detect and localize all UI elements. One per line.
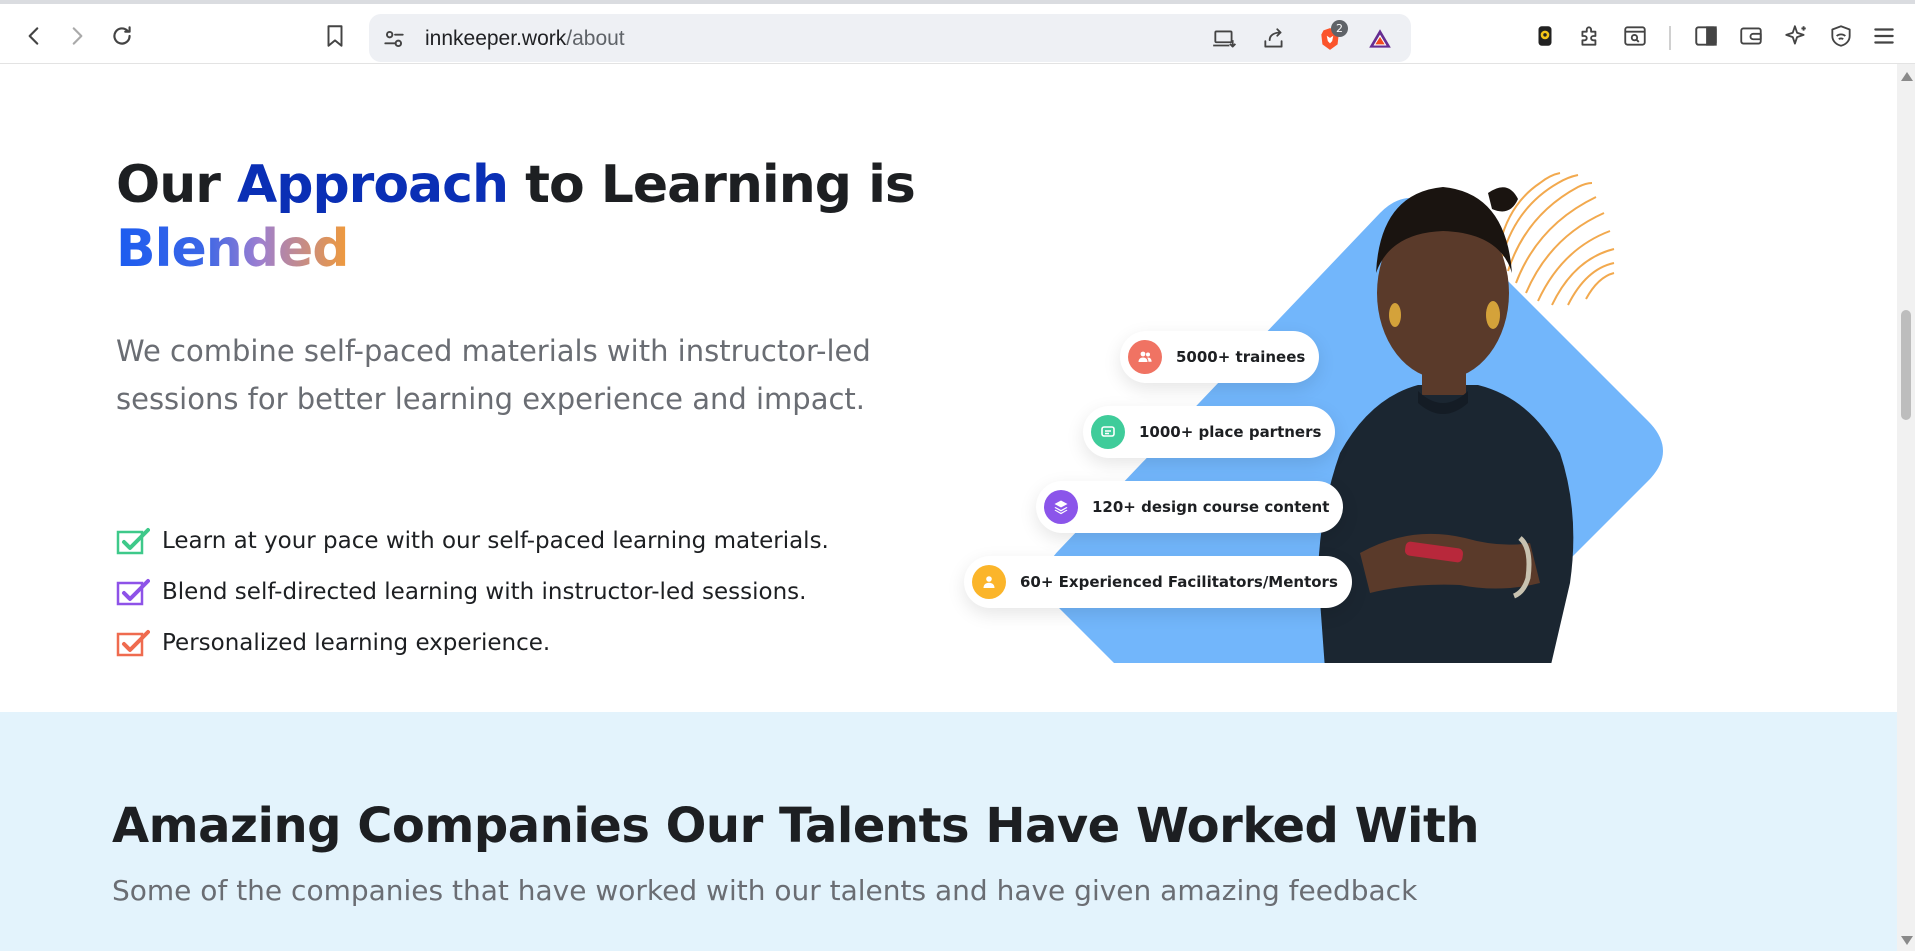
scroll-down-arrow-icon[interactable] bbox=[1901, 936, 1913, 945]
share-icon bbox=[1264, 28, 1283, 48]
url-path: /about bbox=[566, 27, 625, 50]
puzzle-icon bbox=[1581, 26, 1597, 46]
extensions-menu-button[interactable] bbox=[1570, 16, 1610, 56]
layers-icon bbox=[1044, 490, 1078, 524]
heading-part-2: to Learning is bbox=[507, 155, 916, 215]
stat-text: 60+ Experienced Facilitators/Mentors bbox=[1020, 573, 1338, 591]
install-app-button[interactable] bbox=[1207, 22, 1241, 56]
companies-heading: Amazing Companies Our Talents Have Worke… bbox=[112, 798, 1480, 854]
feature-item: Learn at your pace with our self-paced l… bbox=[116, 515, 829, 566]
url-text[interactable]: innkeeper.work/about bbox=[425, 27, 625, 51]
browser-toolbar: innkeeper.work/about 2 bbox=[0, 4, 1915, 64]
site-settings-button[interactable] bbox=[377, 22, 411, 56]
scroll-thumb[interactable] bbox=[1901, 310, 1911, 420]
feature-item: Personalized learning experience. bbox=[116, 617, 829, 668]
scroll-up-arrow-icon[interactable] bbox=[1901, 72, 1913, 81]
feature-item: Blend self-directed learning with instru… bbox=[116, 566, 829, 617]
checkbox-check-icon bbox=[116, 578, 150, 605]
feature-text: Learn at your pace with our self-paced l… bbox=[162, 527, 829, 554]
companies-subtitle: Some of the companies that have worked w… bbox=[112, 874, 1418, 907]
address-bar[interactable]: innkeeper.work/about 2 bbox=[369, 14, 1411, 62]
feature-list: Learn at your pace with our self-paced l… bbox=[116, 515, 829, 668]
extension-button[interactable] bbox=[1525, 16, 1565, 56]
sidebar-button[interactable] bbox=[1686, 16, 1726, 56]
chevron-right-icon bbox=[72, 27, 83, 45]
brave-shields-button[interactable]: 2 bbox=[1313, 20, 1348, 56]
bookmark-button[interactable] bbox=[315, 16, 355, 56]
rewards-triangle-icon bbox=[1369, 29, 1391, 48]
approach-heading: Our Approach to Learning is Blended bbox=[116, 153, 916, 281]
extension-yellow-icon bbox=[1538, 26, 1552, 46]
brave-rewards-button[interactable] bbox=[1363, 22, 1397, 56]
bookmark-icon bbox=[327, 25, 343, 47]
sparkle-icon bbox=[1785, 25, 1806, 45]
stat-pill-mentors: 60+ Experienced Facilitators/Mentors bbox=[964, 556, 1352, 608]
share-button[interactable] bbox=[1257, 22, 1291, 56]
approach-section: Our Approach to Learning is Blended We co… bbox=[0, 65, 1897, 712]
reload-button[interactable] bbox=[102, 16, 142, 56]
wallet-icon bbox=[1740, 27, 1762, 45]
feature-text: Blend self-directed learning with instru… bbox=[162, 578, 807, 605]
toolbar-separator bbox=[1669, 26, 1671, 50]
laptop-download-icon bbox=[1213, 30, 1237, 48]
page-scrollbar[interactable] bbox=[1897, 64, 1915, 951]
reload-icon bbox=[113, 26, 131, 45]
stat-pill-trainees: 5000+ trainees bbox=[1120, 331, 1320, 383]
tune-icon bbox=[384, 30, 404, 48]
user-icon bbox=[972, 565, 1006, 599]
hamburger-menu-icon bbox=[1874, 28, 1894, 44]
wallet-button[interactable] bbox=[1731, 16, 1771, 56]
window-search-icon bbox=[1624, 26, 1646, 46]
feature-text: Personalized learning experience. bbox=[162, 629, 551, 656]
main-menu-button[interactable] bbox=[1866, 16, 1902, 56]
companies-section: Amazing Companies Our Talents Have Worke… bbox=[0, 712, 1897, 951]
stat-text: 120+ design course content bbox=[1092, 498, 1330, 516]
sidebar-icon bbox=[1695, 26, 1717, 46]
checkbox-check-icon bbox=[116, 629, 150, 656]
checkbox-check-icon bbox=[116, 527, 150, 554]
chat-icon bbox=[1091, 415, 1125, 449]
forward-button[interactable] bbox=[57, 16, 97, 56]
chevron-left-icon bbox=[28, 27, 39, 45]
url-host: innkeeper.work bbox=[425, 27, 567, 50]
stat-text: 5000+ trainees bbox=[1176, 348, 1306, 366]
shield-icon bbox=[1831, 25, 1851, 47]
back-button[interactable] bbox=[14, 16, 54, 56]
stat-pill-partners: 1000+ place partners bbox=[1083, 406, 1336, 458]
users-icon bbox=[1128, 340, 1162, 374]
hero-illustration: 5000+ trainees 1000+ place partners 120+… bbox=[940, 153, 1680, 663]
heading-gradient-word: Blended bbox=[116, 219, 349, 279]
heading-highlight: Approach bbox=[236, 155, 509, 215]
page-search-button[interactable] bbox=[1615, 16, 1655, 56]
heading-part-1: Our bbox=[116, 155, 237, 215]
vpn-button[interactable] bbox=[1821, 16, 1861, 56]
stat-text: 1000+ place partners bbox=[1139, 423, 1322, 441]
wavy-lines-decoration bbox=[1499, 172, 1615, 306]
leo-ai-button[interactable] bbox=[1776, 16, 1816, 56]
approach-description: We combine self-paced materials with ins… bbox=[116, 334, 871, 416]
stat-pill-courses: 120+ design course content bbox=[1036, 481, 1344, 533]
shields-count-badge: 2 bbox=[1331, 20, 1348, 37]
